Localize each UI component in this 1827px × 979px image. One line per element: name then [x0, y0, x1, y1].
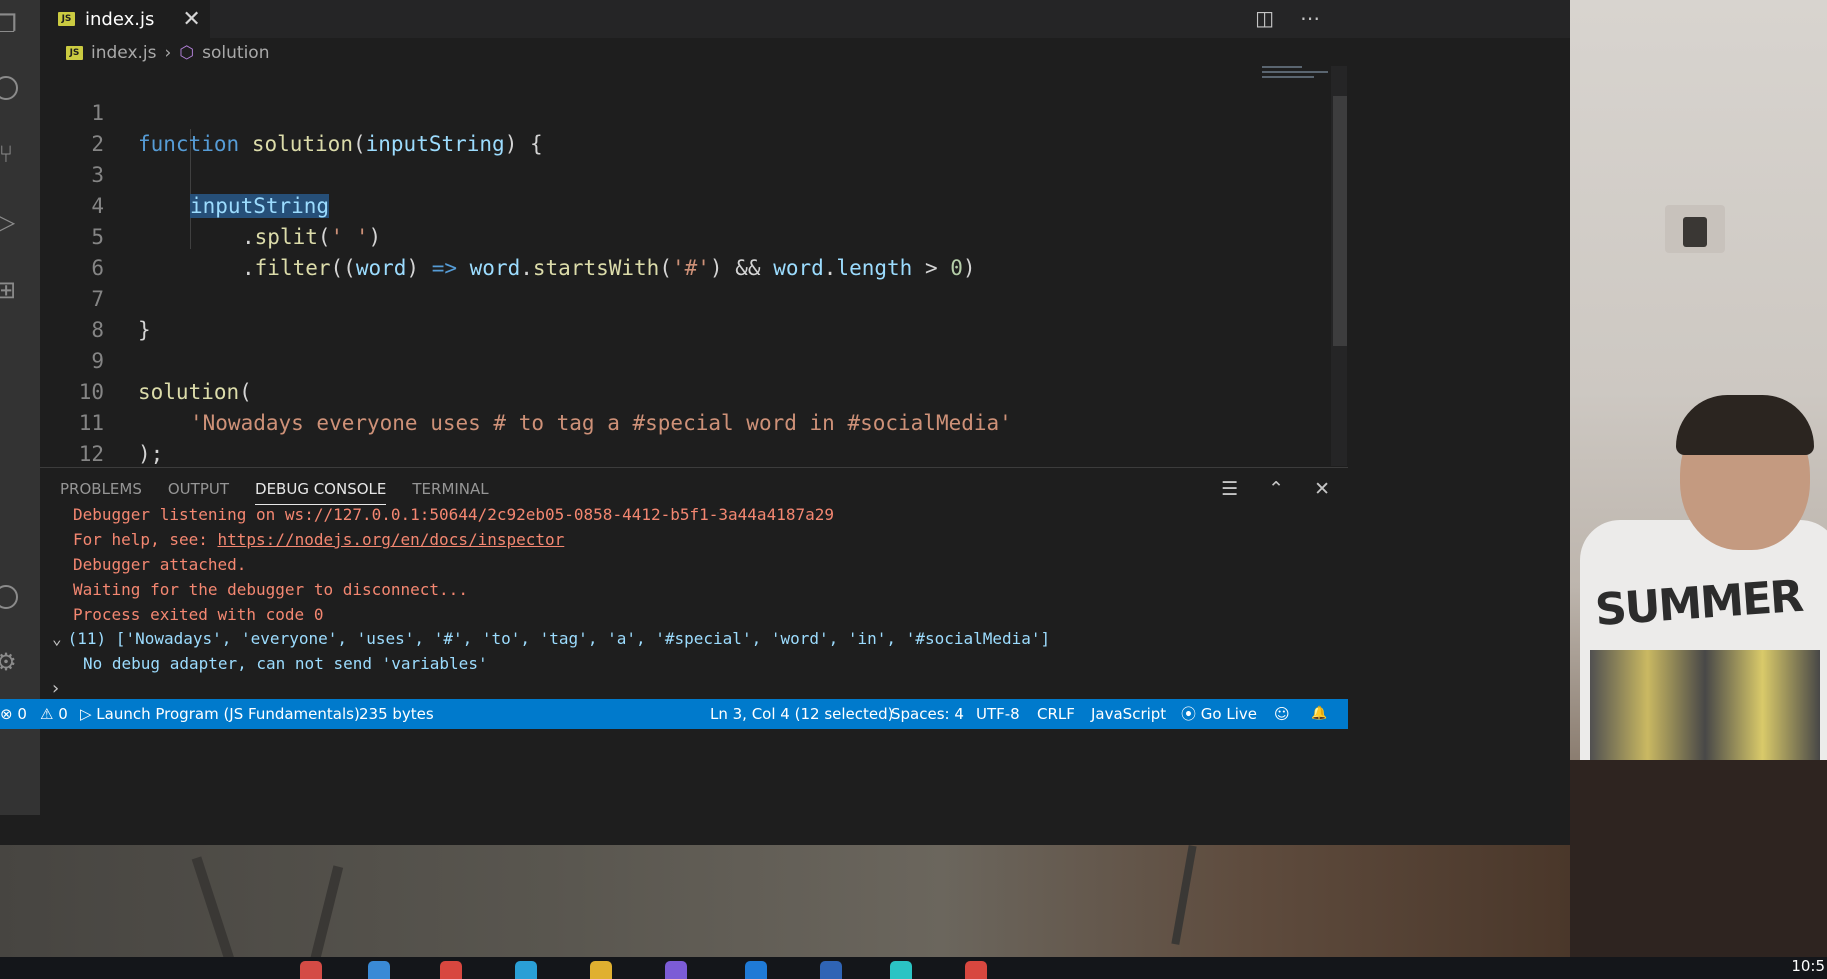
taskbar-app-icon[interactable]	[440, 961, 462, 979]
shirt-art	[1590, 650, 1820, 760]
editor-tab-bar: JS index.js ✕ ◫ ⋯	[40, 0, 1570, 38]
console-line: Waiting for the debugger to disconnect..…	[73, 580, 468, 599]
code-line: 7 }	[40, 253, 150, 342]
chevron-right-icon: ›	[164, 43, 172, 63]
console-line: No debug adapter, can not send 'variable…	[83, 654, 488, 673]
code-line: 10 'Nowadays everyone uses # to tag a #s…	[40, 346, 1012, 435]
taskbar-app-icon[interactable]	[820, 961, 842, 979]
console-line: Debugger attached.	[73, 555, 247, 574]
status-eol[interactable]: CRLF	[1037, 699, 1075, 729]
activity-bar: ❐ ⑂ ▷ ⊞ ⚙	[0, 0, 40, 815]
feedback-icon[interactable]: ☺	[1274, 699, 1290, 729]
code-line: 4 .split(' ')	[40, 160, 381, 249]
taskbar-app-icon[interactable]	[515, 961, 537, 979]
scrollbar-thumb[interactable]	[1333, 96, 1347, 346]
taskbar-app-icon[interactable]	[965, 961, 987, 979]
source-control-icon[interactable]: ⑂	[0, 142, 18, 166]
settings-gear-icon[interactable]: ⚙	[0, 650, 18, 674]
maximize-panel-icon[interactable]: ⌃	[1268, 478, 1284, 500]
person-hair	[1676, 395, 1814, 455]
status-go-live[interactable]: ⦿ Go Live	[1181, 699, 1257, 729]
wall-device	[1665, 205, 1725, 253]
panel-tabs: PROBLEMS OUTPUT DEBUG CONSOLE TERMINAL	[60, 480, 489, 505]
taskbar-app-icon[interactable]	[890, 961, 912, 979]
webcam-feed: SUMMER	[1570, 0, 1827, 979]
debug-console-output[interactable]: Debugger listening on ws://127.0.0.1:506…	[40, 506, 1348, 700]
taskbar-app-icon[interactable]	[300, 961, 322, 979]
console-result-line[interactable]: ⌄ (11) ['Nowadays', 'everyone', 'uses', '…	[52, 626, 1050, 651]
code-line: 9 solution(	[40, 315, 251, 404]
console-line: For help, see: https://nodejs.org/en/doc…	[73, 530, 565, 549]
code-line: 6	[40, 222, 116, 280]
close-panel-icon[interactable]: ✕	[1314, 478, 1330, 500]
tab-problems[interactable]: PROBLEMS	[60, 480, 142, 505]
code-line: 3 inputString	[40, 129, 330, 218]
more-actions-icon[interactable]: ⋯	[1300, 6, 1320, 30]
status-bar: ⊗ 0 ⚠ 0 ▷ Launch Program (JS Fundamental…	[0, 699, 1348, 729]
console-line: Process exited with code 0	[73, 605, 324, 624]
close-tab-icon[interactable]: ✕	[182, 7, 200, 32]
status-cursor-position[interactable]: Ln 3, Col 4 (12 selected)	[710, 699, 894, 729]
console-prompt-icon[interactable]: ›	[50, 678, 61, 699]
code-line: 8	[40, 284, 116, 342]
status-errors[interactable]: ⊗ 0	[0, 699, 27, 729]
status-encoding[interactable]: UTF-8	[976, 699, 1020, 729]
selected-text: inputString	[190, 194, 330, 218]
taskbar-app-icon[interactable]	[590, 961, 612, 979]
status-language[interactable]: JavaScript	[1091, 699, 1166, 729]
vscode-window: ❐ ⑂ ▷ ⊞ ⚙ JS index.js ✕ ◫ ⋯ JS index.js …	[0, 0, 1570, 845]
breadcrumb-file[interactable]: index.js	[91, 43, 157, 63]
console-line: Debugger listening on ws://127.0.0.1:506…	[73, 506, 834, 524]
os-taskbar: 10:5	[0, 957, 1827, 979]
search-icon[interactable]	[0, 76, 18, 100]
code-line: 1 function solution(inputString) {	[40, 67, 542, 156]
panel-actions: ☰ ⌃ ✕	[1221, 478, 1330, 500]
javascript-file-icon: JS	[66, 46, 83, 60]
run-debug-icon[interactable]: ▷	[0, 210, 18, 234]
status-indentation[interactable]: Spaces: 4	[891, 699, 964, 729]
taskbar-app-icon[interactable]	[745, 961, 767, 979]
breadcrumb-symbol[interactable]: solution	[202, 43, 269, 63]
desk	[1570, 760, 1827, 979]
editor-scrollbar[interactable]	[1331, 66, 1347, 466]
taskbar-clock[interactable]: 10:5	[1791, 957, 1825, 975]
status-file-size[interactable]: 235 bytes	[359, 699, 434, 729]
line-number: 12	[78, 442, 104, 466]
breadcrumb: JS index.js › ⬡ solution	[40, 40, 269, 66]
explorer-icon[interactable]: ❐	[0, 12, 18, 36]
account-icon[interactable]	[0, 585, 18, 609]
code-editor[interactable]: 1 function solution(inputString) { 2 3 i…	[40, 67, 1330, 467]
javascript-file-icon: JS	[58, 12, 75, 26]
clear-console-icon[interactable]: ☰	[1221, 478, 1238, 500]
tab-index-js[interactable]: JS index.js ✕	[40, 0, 210, 38]
code-line: 5 .filter((word) => word.startsWith('#')…	[40, 191, 975, 280]
split-editor-icon[interactable]: ◫	[1255, 6, 1274, 30]
notifications-bell-icon[interactable]: 🔔	[1311, 699, 1327, 729]
inspector-docs-link[interactable]: https://nodejs.org/en/docs/inspector	[218, 530, 565, 549]
tab-label: index.js	[85, 8, 155, 30]
code-line: 2	[40, 98, 116, 156]
chevron-down-icon[interactable]: ⌄	[52, 629, 62, 648]
code-line: 11 );	[40, 377, 164, 466]
taskbar-app-icon[interactable]	[665, 961, 687, 979]
symbol-method-icon: ⬡	[179, 43, 195, 63]
taskbar-app-icon[interactable]	[368, 961, 390, 979]
tab-debug-console[interactable]: DEBUG CONSOLE	[255, 480, 387, 505]
editor-actions: ◫ ⋯	[1255, 6, 1320, 30]
status-warnings[interactable]: ⚠ 0	[40, 699, 68, 729]
extensions-icon[interactable]: ⊞	[0, 278, 18, 302]
bottom-panel: PROBLEMS OUTPUT DEBUG CONSOLE TERMINAL ☰…	[40, 467, 1348, 700]
minimap[interactable]	[1262, 66, 1332, 86]
code-line: 12	[40, 408, 116, 466]
status-launch-program[interactable]: ▷ Launch Program (JS Fundamentals)	[80, 699, 360, 729]
tab-terminal[interactable]: TERMINAL	[412, 480, 488, 505]
tab-output[interactable]: OUTPUT	[168, 480, 229, 505]
